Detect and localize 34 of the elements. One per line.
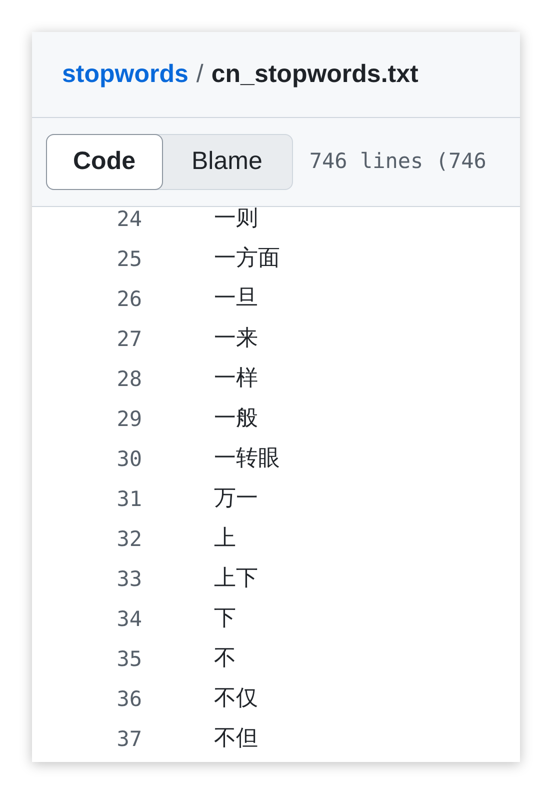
repo-link[interactable]: stopwords bbox=[62, 56, 188, 94]
code-line: 下 bbox=[214, 607, 236, 631]
file-name: cn_stopwords.txt bbox=[211, 58, 418, 90]
code-line: 不仅 bbox=[214, 687, 258, 711]
line-number: 34 bbox=[116, 607, 142, 631]
view-tab[interactable]: Blame bbox=[162, 135, 292, 189]
code-line: 一转眼 bbox=[214, 447, 280, 471]
code-line: 万一 bbox=[214, 487, 258, 511]
code-line: 一样 bbox=[214, 367, 258, 391]
code-line: 上下 bbox=[214, 567, 258, 591]
line-number: 37 bbox=[116, 727, 142, 751]
line-number: 27 bbox=[116, 327, 142, 351]
line-number: 36 bbox=[116, 687, 142, 711]
code-line: 一般 bbox=[214, 407, 258, 431]
line-number: 25 bbox=[116, 247, 142, 271]
code-line: 一来 bbox=[214, 327, 258, 351]
line-number: 28 bbox=[116, 367, 142, 391]
code-line: 一则 bbox=[214, 207, 258, 231]
code-line: 一方面 bbox=[214, 247, 280, 271]
line-number: 31 bbox=[116, 487, 142, 511]
code-line: 不 bbox=[214, 647, 236, 671]
line-number: 26 bbox=[116, 287, 142, 311]
line-number: 32 bbox=[116, 527, 142, 551]
path-separator: / bbox=[196, 58, 204, 90]
line-number: 29 bbox=[116, 407, 142, 431]
view-tab[interactable]: Code bbox=[46, 134, 162, 190]
line-number: 35 bbox=[116, 647, 142, 671]
line-number: 33 bbox=[116, 567, 142, 591]
code-line: 上 bbox=[214, 527, 236, 551]
line-count: 746 lines (746 bbox=[309, 148, 486, 176]
code-line: 不但 bbox=[214, 727, 258, 751]
line-number: 24 bbox=[116, 207, 142, 231]
line-number: 30 bbox=[116, 447, 142, 471]
code-line: 一旦 bbox=[214, 287, 258, 311]
